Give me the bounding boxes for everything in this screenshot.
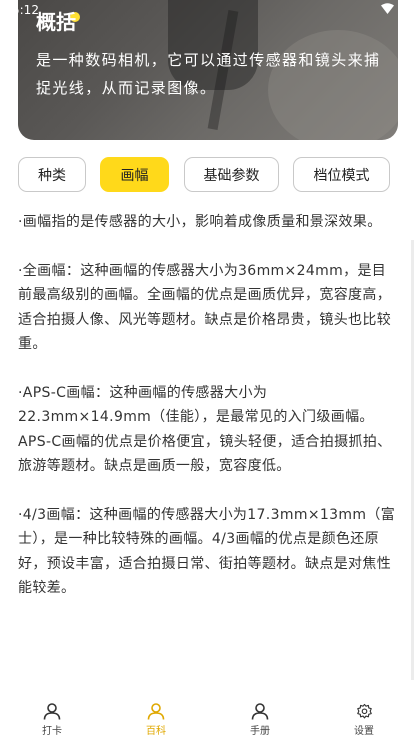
- paragraph-full-frame: ·全画幅：这种画幅的传感器大小为36mm×24mm，是目前最高级别的画幅。全画幅…: [18, 262, 392, 353]
- person-icon: [43, 703, 61, 720]
- bottom-nav: 打卡 百科 手册 设置: [0, 700, 416, 740]
- nav-encyclopedia[interactable]: 百科: [104, 703, 208, 737]
- paragraph-four-thirds: ·4/3画幅：这种画幅的传感器大小为17.3mm×13mm（富士），是一种比较特…: [18, 506, 396, 597]
- nav-settings-label: 设置: [354, 726, 374, 737]
- tab-types[interactable]: 种类: [18, 157, 86, 192]
- paragraph-aps-c: ·APS-C画幅：这种画幅的传感器大小为22.3mm×14.9mm（佳能），是最…: [18, 384, 392, 475]
- person-icon: [147, 703, 165, 720]
- scrollbar[interactable]: [411, 240, 414, 680]
- nav-manual-label: 手册: [250, 726, 270, 737]
- page: 5:12 概括 是一种数码相机，它可以通过传感器和镜头来捕捉光线，从而记录图像。…: [0, 0, 416, 740]
- article-content: ·画幅指的是传感器的大小，影响着成像质量和景深效果。 ·全画幅：这种画幅的传感器…: [18, 210, 396, 690]
- wifi-icon: [381, 3, 394, 17]
- nav-manual[interactable]: 手册: [208, 703, 312, 737]
- nav-checkin[interactable]: 打卡: [0, 703, 104, 737]
- hero-description: 是一种数码相机，它可以通过传感器和镜头来捕捉光线，从而记录图像。: [36, 51, 381, 97]
- tab-shooting-modes[interactable]: 档位模式: [293, 157, 390, 192]
- paragraph-intro: ·画幅指的是传感器的大小，影响着成像质量和景深效果。: [18, 214, 382, 230]
- person-icon: [251, 703, 269, 720]
- nav-checkin-label: 打卡: [42, 726, 62, 737]
- nav-encyclopedia-label: 百科: [146, 726, 166, 737]
- battery-icon: [398, 2, 406, 18]
- status-time: 5:12: [12, 3, 39, 17]
- category-tabs: 种类 画幅 基础参数 档位模式: [0, 157, 416, 193]
- gear-icon: [356, 703, 373, 720]
- tab-format[interactable]: 画幅: [100, 157, 169, 192]
- status-bar: 5:12: [0, 0, 416, 20]
- tab-basic-params[interactable]: 基础参数: [184, 157, 279, 192]
- nav-settings[interactable]: 设置: [312, 703, 416, 737]
